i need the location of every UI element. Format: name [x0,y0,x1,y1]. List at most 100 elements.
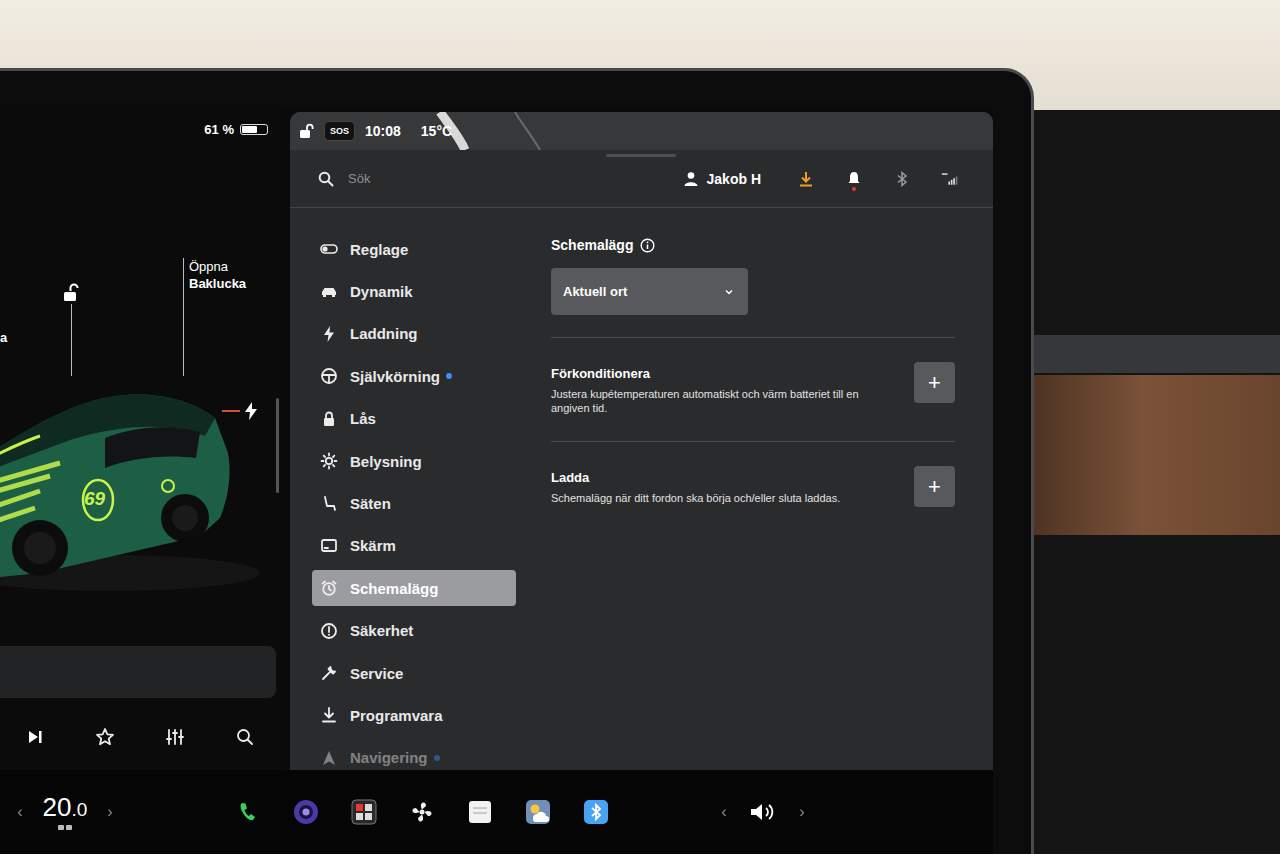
menu-item[interactable]: Skärm [312,525,516,567]
bell-icon[interactable] [845,170,863,188]
seat-icon[interactable] [320,495,338,513]
section-title: Ladda [551,470,840,485]
panel-divider[interactable] [276,398,279,493]
schedule-header: Schemalägg [551,236,955,254]
battery-status: 61 % [0,108,280,139]
bluetooth-icon[interactable] [578,794,614,830]
trunk-pointer [183,258,184,376]
menu-item[interactable]: Självkörning [312,355,516,397]
menu-label[interactable]: Laddning [350,325,418,342]
camera-icon[interactable] [288,794,324,830]
menu-item[interactable]: Navigering [312,737,516,770]
menu-label[interactable]: Säten [350,495,391,512]
navigation-icon[interactable] [320,749,338,767]
climate-control: ‹ 20.0 › [0,793,140,832]
download-icon[interactable] [320,706,338,724]
driver-profile[interactable]: Jakob H [683,171,761,187]
sos-button[interactable]: SOS [324,121,355,141]
info-icon[interactable] [640,238,655,253]
menu-label[interactable]: Reglage [350,241,408,258]
temperature-integer[interactable]: 20 [43,792,72,822]
menu-label[interactable]: Lås [350,410,376,427]
charge-cable [222,410,240,412]
section-text: LaddaSchemalägg när ditt fordon ska börj… [551,466,840,505]
unlocked-icon[interactable] [298,123,314,139]
fan-icon[interactable] [404,794,440,830]
menu-item[interactable]: Lås [312,398,516,440]
trunk-action[interactable]: Öppna [189,259,228,274]
add-button[interactable]: + [914,362,955,403]
menu-item[interactable]: Säkerhet [312,610,516,652]
new-badge-dot [434,755,440,761]
menu-label[interactable]: Service [350,665,403,682]
temp-down-button[interactable]: ‹ [10,803,30,821]
download-icon[interactable] [797,170,815,188]
toybox-icon[interactable] [346,794,382,830]
dashboard-strip [1030,335,1280,373]
trunk-target[interactable]: Baklucka [189,275,246,292]
battery-percent: 61 % [204,122,234,137]
menu-label[interactable]: Dynamik [350,283,413,300]
menu-label[interactable]: Säkerhet [350,622,413,639]
chevron-down-icon[interactable] [724,287,734,297]
temperature-display[interactable]: 20.0 [30,793,100,832]
menu-label[interactable]: Schemalägg [350,580,438,597]
menu-item[interactable]: Belysning [312,440,516,482]
display-icon[interactable] [320,537,338,555]
volume-down-button[interactable]: ‹ [714,803,734,821]
notes-icon[interactable] [462,794,498,830]
frunk-label[interactable]: a [0,330,7,345]
wood-trim [1030,375,1280,535]
menu-item[interactable]: Säten [312,482,516,524]
alarm-clock-icon[interactable] [320,579,338,597]
menu-item[interactable]: Programvara [312,694,516,736]
speaker-icon[interactable] [748,800,778,824]
lte-signal-icon [941,170,959,188]
favorite-star-icon[interactable] [93,725,117,749]
search-field[interactable]: Sök [348,171,683,186]
search-icon[interactable] [318,171,334,187]
trunk-button[interactable]: ÖppnaBaklucka [189,258,246,292]
sun-icon[interactable] [320,452,338,470]
wrench-icon[interactable] [320,664,338,682]
menu-item[interactable]: Reglage [312,228,516,270]
search-icon[interactable] [233,725,257,749]
outside-temperature: 15°C [421,123,452,139]
add-button[interactable]: + [914,466,955,507]
media-card[interactable] [0,646,276,698]
warning-icon[interactable] [320,622,338,640]
person-icon[interactable] [683,171,699,187]
profile-name[interactable]: Jakob H [707,171,761,187]
volume-up-button[interactable]: › [792,803,812,821]
next-track-icon[interactable] [23,725,47,749]
temperature-decimal[interactable]: .0 [72,799,88,820]
location-value[interactable]: Aktuell ort [563,284,627,299]
lightning-icon[interactable] [320,325,338,343]
temp-up-button[interactable]: › [100,803,120,821]
menu-label[interactable]: Skärm [350,537,396,554]
menu-label[interactable]: Självkörning [350,368,440,385]
weather-icon[interactable] [520,794,556,830]
car-icon[interactable] [320,283,338,301]
phone-icon[interactable] [230,794,266,830]
menu-label[interactable]: Navigering [350,749,428,766]
menu-item[interactable]: Laddning [312,313,516,355]
new-badge-dot [446,373,452,379]
notification-dot [852,187,856,191]
menu-item[interactable]: Service [312,652,516,694]
steering-wheel-icon[interactable] [320,367,338,385]
schedule-title: Schemalägg [551,237,633,253]
menu-label[interactable]: Belysning [350,453,422,470]
bluetooth-icon[interactable] [893,170,911,188]
menu-label[interactable]: Programvara [350,707,443,724]
drag-handle[interactable] [606,154,676,157]
lock-icon[interactable] [320,410,338,428]
toggle-icon[interactable] [320,240,338,258]
temperature-value[interactable]: 20.0 [43,793,88,824]
seat-heater-icon[interactable] [57,824,73,832]
location-dropdown[interactable]: Aktuell ort [551,268,748,315]
equalizer-icon[interactable] [163,725,187,749]
menu-item[interactable]: Dynamik [312,270,516,312]
menu-item[interactable]: Schemalägg [312,570,516,606]
padlock-icon[interactable] [60,283,80,303]
